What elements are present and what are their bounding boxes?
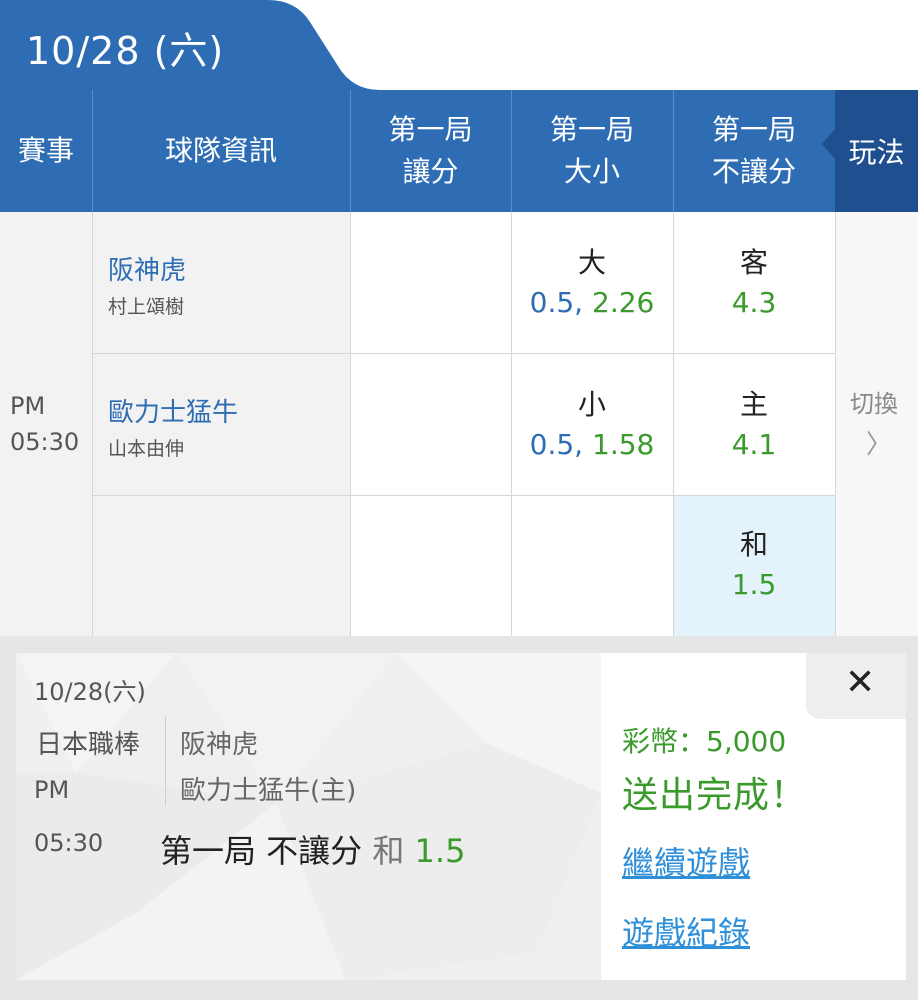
chevron-right-icon[interactable]: 〉 bbox=[866, 424, 892, 461]
confirm-team-home: 歐力士猛牛(主) bbox=[180, 776, 357, 806]
moneyline-home-odds: 4.1 bbox=[731, 428, 777, 461]
grid-line bbox=[92, 353, 835, 354]
moneyline-draw-label: 和 bbox=[739, 528, 768, 561]
under-odds-cell[interactable]: 小 0.5, 1.58 bbox=[511, 372, 673, 478]
confirm-league: 日本職棒 bbox=[36, 730, 141, 760]
grid-line bbox=[350, 212, 351, 636]
confirm-ampm: PM bbox=[34, 776, 70, 804]
away-team-name[interactable]: 阪神虎 bbox=[108, 250, 186, 287]
date-tab-label[interactable]: 10/28 (六) bbox=[26, 20, 224, 75]
match-grid: PM 05:30 阪神虎 村上頌樹 歐力士猛牛 山本由伸 大 0.5, 2.26… bbox=[0, 212, 918, 636]
header-first-inning-total: 第一局 大小 bbox=[511, 90, 673, 212]
moneyline-away-cell[interactable]: 客 4.3 bbox=[673, 230, 835, 336]
grid-line bbox=[92, 212, 93, 636]
grid-line bbox=[92, 495, 835, 496]
confirm-team-away: 阪神虎 bbox=[180, 730, 259, 760]
over-values: 0.5, 2.26 bbox=[530, 283, 655, 323]
header-line2: 讓分 bbox=[402, 155, 459, 188]
moneyline-home-cell[interactable]: 主 4.1 bbox=[673, 372, 835, 478]
home-team-name[interactable]: 歐力士猛牛 bbox=[108, 392, 238, 429]
under-line: 0.5, bbox=[529, 428, 584, 461]
close-icon[interactable]: ✕ bbox=[845, 662, 875, 703]
header-line1: 第一局 bbox=[711, 113, 796, 146]
over-label: 大 bbox=[577, 246, 606, 279]
match-time-ampm: PM bbox=[10, 392, 46, 420]
confirm-divider bbox=[165, 716, 166, 806]
submit-status: 送出完成！ bbox=[622, 775, 808, 816]
over-odds: 2.26 bbox=[592, 286, 655, 319]
moneyline-draw-cell[interactable]: 和 1.5 bbox=[673, 512, 835, 618]
under-values: 0.5, 1.58 bbox=[530, 425, 655, 465]
confirm-bet-option: 和 bbox=[372, 832, 405, 870]
moneyline-away-odds: 4.3 bbox=[731, 286, 777, 319]
header-line2: 不讓分 bbox=[711, 155, 796, 188]
away-pitcher-name: 村上頌樹 bbox=[108, 296, 185, 318]
continue-game-link[interactable]: 繼續遊戲 bbox=[622, 838, 750, 884]
confirm-bet-summary: 第一局 不讓分 和 1.5 bbox=[160, 826, 465, 872]
moneyline-draw-odds: 1.5 bbox=[731, 568, 777, 601]
table-header: 賽事 球隊資訊 第一局 讓分 第一局 大小 第一局 不讓分 玩法 bbox=[0, 90, 918, 212]
game-history-link[interactable]: 遊戲紀錄 bbox=[622, 908, 750, 954]
header-line1: 第一局 bbox=[549, 113, 634, 146]
play-type-button[interactable]: 玩法 bbox=[835, 90, 918, 212]
header-line2: 大小 bbox=[563, 155, 620, 188]
header-first-inning-moneyline: 第一局 不讓分 bbox=[673, 90, 835, 212]
header-line1: 第一局 bbox=[388, 113, 473, 146]
confirm-time: 05:30 bbox=[34, 829, 104, 857]
confirm-bet-market: 第一局 不讓分 bbox=[160, 832, 363, 870]
header-first-inning-spread: 第一局 讓分 bbox=[350, 90, 511, 212]
under-odds: 1.58 bbox=[592, 428, 655, 461]
over-line: 0.5, bbox=[529, 286, 584, 319]
match-time: 05:30 bbox=[10, 428, 80, 456]
confirm-bet-odds: 1.5 bbox=[414, 832, 466, 870]
grid-line bbox=[835, 212, 836, 636]
header-team-info: 球隊資訊 bbox=[164, 134, 277, 167]
coin-balance: 彩幣：5,000 bbox=[622, 725, 787, 758]
home-pitcher-name: 山本由伸 bbox=[108, 438, 185, 460]
switch-label[interactable]: 切換 bbox=[850, 384, 898, 419]
under-label: 小 bbox=[577, 388, 606, 421]
moneyline-home-label: 主 bbox=[739, 388, 768, 421]
confirm-date: 10/28(六) bbox=[34, 678, 146, 706]
play-notch-icon bbox=[822, 128, 836, 160]
over-odds-cell[interactable]: 大 0.5, 2.26 bbox=[511, 230, 673, 336]
moneyline-away-label: 客 bbox=[739, 246, 768, 279]
header-event: 賽事 bbox=[17, 134, 74, 167]
event-column bbox=[0, 212, 92, 636]
